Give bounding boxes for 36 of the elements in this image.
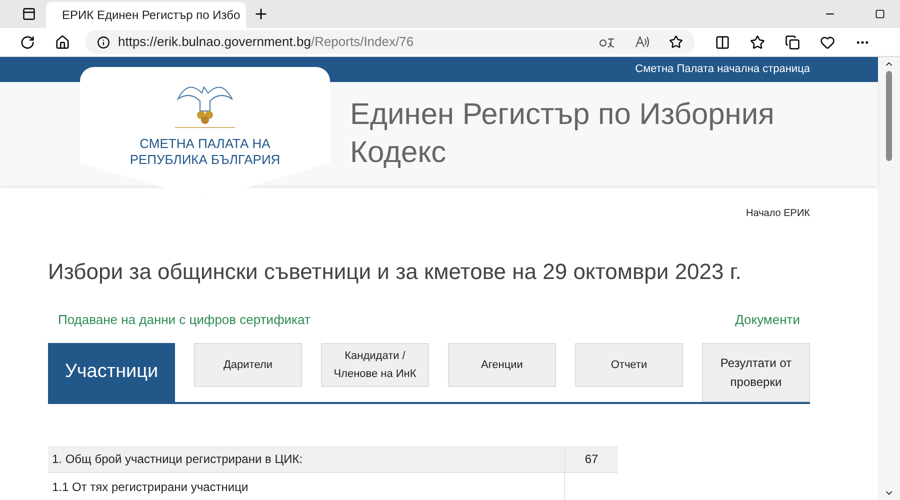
site-title: Единен Регистър по Изборния Кодекс xyxy=(350,96,776,171)
heart-icon[interactable] xyxy=(820,34,835,50)
url-text: https://erik.bulnao.government.bg/Reports/Index/76 xyxy=(118,33,414,52)
tab[interactable]: Кандидати / Членове на ИнК xyxy=(321,343,429,387)
logo-text: СМЕТНА ПАЛАТА НА xyxy=(140,136,270,152)
table-cell-text: 1.1 От тях регистрирани участници xyxy=(51,478,250,496)
tab[interactable]: Участници xyxy=(48,343,175,402)
translate-icon[interactable] xyxy=(599,36,615,48)
favorites-icon[interactable] xyxy=(750,34,765,50)
home-icon[interactable] xyxy=(55,34,70,50)
table-cell: 67 xyxy=(564,446,618,472)
new-tab-icon[interactable] xyxy=(253,6,269,22)
collections-icon[interactable] xyxy=(785,34,800,50)
site-info-icon[interactable] xyxy=(97,36,110,48)
breadcrumb-link[interactable]: Начало ЕРИК xyxy=(746,206,810,220)
reload-icon[interactable] xyxy=(20,34,35,50)
logo-ribbon[interactable]: СМЕТНА ПАЛАТА НА РЕПУБЛИКА БЪЛГАРИЯ xyxy=(80,67,330,200)
scrollbar[interactable] xyxy=(878,57,900,500)
address-field[interactable]: https://erik.bulnao.government.bg/Reports/Index/76 xyxy=(85,30,695,54)
tab-actions-icon[interactable] xyxy=(22,7,36,21)
split-screen-icon[interactable] xyxy=(715,34,730,50)
read-aloud-icon[interactable] xyxy=(635,36,649,48)
table-cell-text: 1. Общ брой участници регистрирани в ЦИК: xyxy=(51,451,304,468)
maximize-icon[interactable] xyxy=(875,9,885,19)
tab[interactable]: Отчети xyxy=(575,343,683,387)
browser-tab[interactable]: ЕРИК Единен Регистър по Избо xyxy=(46,2,246,28)
logo-text: РЕПУБЛИКА БЪЛГАРИЯ xyxy=(130,152,280,168)
nav-link[interactable]: Документи xyxy=(735,310,800,329)
page-heading: Избори за общински съветници и за кметове на 29 октомври 2023 г. xyxy=(48,258,742,286)
tab[interactable]: Дарители xyxy=(194,343,302,387)
nav-link[interactable]: Подаване на данни с цифров сертификат xyxy=(58,310,310,329)
tab[interactable]: Агенции xyxy=(448,343,556,387)
tab[interactable]: Резултати от проверки xyxy=(702,343,810,402)
favorite-icon[interactable] xyxy=(669,35,683,49)
home-link[interactable]: Сметна Палата начална страница xyxy=(635,61,810,78)
tab-title: ЕРИК Единен Регистър по Избо xyxy=(62,7,240,24)
